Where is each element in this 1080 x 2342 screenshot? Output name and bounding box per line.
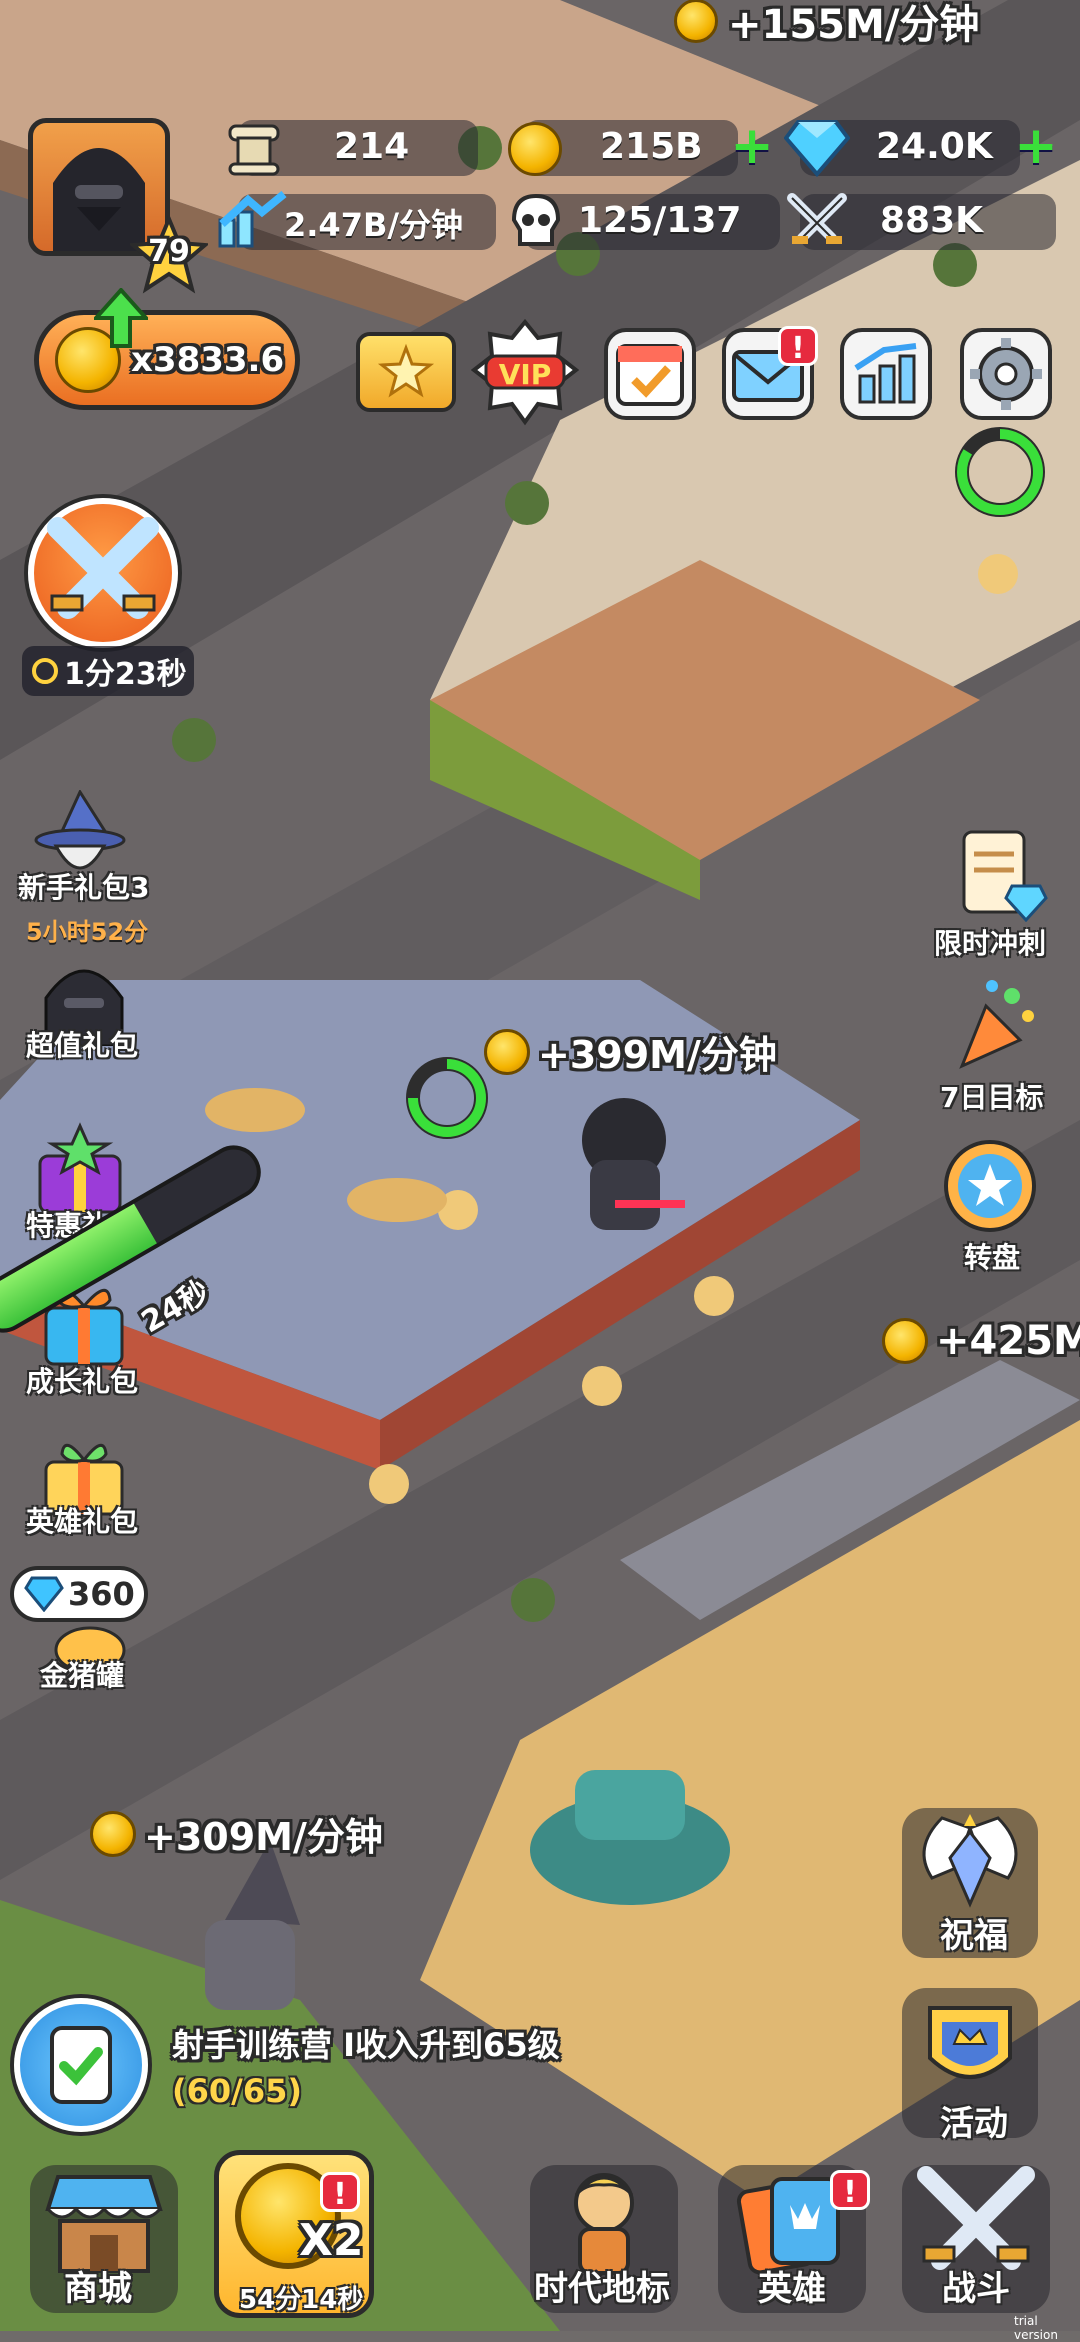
camp-income-indicator: +309M/分钟 <box>90 1806 383 1861</box>
coin-icon <box>484 1028 530 1075</box>
value-pack-label: 超值礼包 <box>26 1029 139 1062</box>
nav-landmark-button[interactable]: 时代地标 <box>530 2165 678 2313</box>
crossed-swords-icon <box>917 2166 1035 2270</box>
party-popper-icon <box>959 980 1034 1069</box>
growth-pack-label: 成长礼包 <box>26 1365 139 1398</box>
coin-icon <box>508 122 562 176</box>
skull-icon <box>506 192 566 252</box>
nav-heroes-label: 英雄 <box>758 2269 826 2309</box>
nav-shop-button[interactable]: 商城 <box>30 2165 178 2313</box>
clock-icon <box>32 658 58 684</box>
seven-day-goal-button[interactable] <box>942 976 1042 1072</box>
mail-notification-badge: ! <box>778 326 818 366</box>
piggy-bank-gem-pill: 360 <box>10 1566 148 1622</box>
battle-timer-text: 1分23秒 <box>64 657 187 692</box>
lucky-wheel-button[interactable] <box>940 1138 1040 1234</box>
gem-icon <box>24 1576 64 1612</box>
coin-icon <box>90 1810 136 1857</box>
daily-checkin-button[interactable] <box>604 328 696 420</box>
player-level-star: 79 <box>128 213 210 294</box>
shop-icon <box>45 2175 163 2273</box>
jail-income-indicator: +399M/分钟 <box>484 1024 777 1079</box>
gem-icon <box>783 116 851 178</box>
battle-event-button[interactable] <box>28 498 178 648</box>
multiplier-value: x3833.6 <box>131 340 285 380</box>
piggy-bank-gems: 360 <box>68 1575 135 1613</box>
upgrade-arrow-icon <box>91 286 151 348</box>
jail-income-text: +399M/分钟 <box>538 1033 777 1077</box>
settings-icon <box>970 338 1042 410</box>
add-coins-button[interactable]: + <box>730 120 774 172</box>
newbie-pack-timer: 5小时52分 <box>26 918 149 946</box>
quest-title: 射手训练营 I收入升到65级 <box>172 2026 560 2064</box>
vip-button[interactable]: VIP <box>470 318 580 428</box>
crown-shield-icon <box>928 2006 1012 2079</box>
add-gems-button[interactable]: + <box>1014 120 1058 172</box>
camp-income-text: +309M/分钟 <box>144 1815 383 1859</box>
income-boost-timer: 54分14秒 <box>239 2285 364 2315</box>
quest-checklist-icon <box>50 2026 112 2104</box>
crossed-swords-icon <box>47 517 159 619</box>
piggy-bank-label: 金猪罐 <box>40 1659 125 1692</box>
top-income-indicator: +155M/分钟 <box>674 0 979 48</box>
top-income-text: +155M/分钟 <box>728 2 980 48</box>
nav-shop-label: 商城 <box>64 2269 132 2309</box>
winged-gem-icon <box>922 1814 1018 1908</box>
newbie-pack-label: 新手礼包3 <box>18 871 150 904</box>
coin-count: 215B <box>600 126 703 167</box>
quest-progress: (60/65) <box>172 2072 302 2110</box>
income-chart-icon <box>218 190 288 250</box>
income-boost-badge: ! <box>320 2172 360 2212</box>
time-sprint-label: 限时冲刺 <box>934 927 1047 960</box>
power-count: 883K <box>880 200 984 241</box>
heroes-notification-badge: ! <box>830 2170 870 2210</box>
settings-button[interactable] <box>960 328 1052 420</box>
barracks-income-text: +425M <box>936 1318 1080 1364</box>
battle-pass-button[interactable] <box>356 332 456 412</box>
clipboard-icon <box>962 830 1048 923</box>
scroll-icon <box>222 116 286 180</box>
crossed-swords-icon <box>784 190 850 252</box>
gem-count: 24.0K <box>876 126 993 167</box>
scroll-count: 214 <box>334 126 410 167</box>
seven-day-goal-label: 7日目标 <box>940 1081 1044 1114</box>
nav-battle-label: 战斗 <box>942 2269 1010 2309</box>
pass-ticket-icon <box>377 343 435 398</box>
stats-button[interactable] <box>840 328 932 420</box>
wheel-icon <box>944 1140 1036 1232</box>
vip-label: VIP <box>498 358 552 391</box>
battle-timer-pill: 1分23秒 <box>22 646 194 696</box>
blessing-button[interactable]: 祝福 <box>902 1808 1038 1958</box>
caveman-icon <box>574 2173 634 2275</box>
income-rate: 2.47B/分钟 <box>284 206 464 244</box>
population-count: 125/137 <box>578 200 742 241</box>
activity-button[interactable]: 活动 <box>902 1988 1038 2144</box>
quest-button[interactable] <box>14 1998 148 2132</box>
time-sprint-button[interactable] <box>950 826 1050 923</box>
income-boost-multiplier: X2 <box>299 2215 364 2266</box>
coin-icon <box>882 1318 928 1364</box>
lucky-wheel-label: 转盘 <box>964 1241 1021 1274</box>
coin-icon <box>674 0 718 43</box>
barracks-income-indicator: +425M <box>882 1318 1080 1364</box>
watermark: trial version <box>1014 2314 1058 2342</box>
blessing-label: 祝福 <box>940 1916 1008 1956</box>
stats-icon <box>854 343 917 404</box>
activity-label: 活动 <box>940 2104 1008 2144</box>
nav-landmark-label: 时代地标 <box>534 2269 670 2309</box>
hero-pack-label: 英雄礼包 <box>26 1505 139 1538</box>
calendar-icon <box>616 344 684 406</box>
income-multiplier-button[interactable]: x3833.6 <box>34 310 300 410</box>
player-level: 79 <box>148 234 190 269</box>
nav-battle-button[interactable]: 战斗 <box>902 2165 1050 2313</box>
